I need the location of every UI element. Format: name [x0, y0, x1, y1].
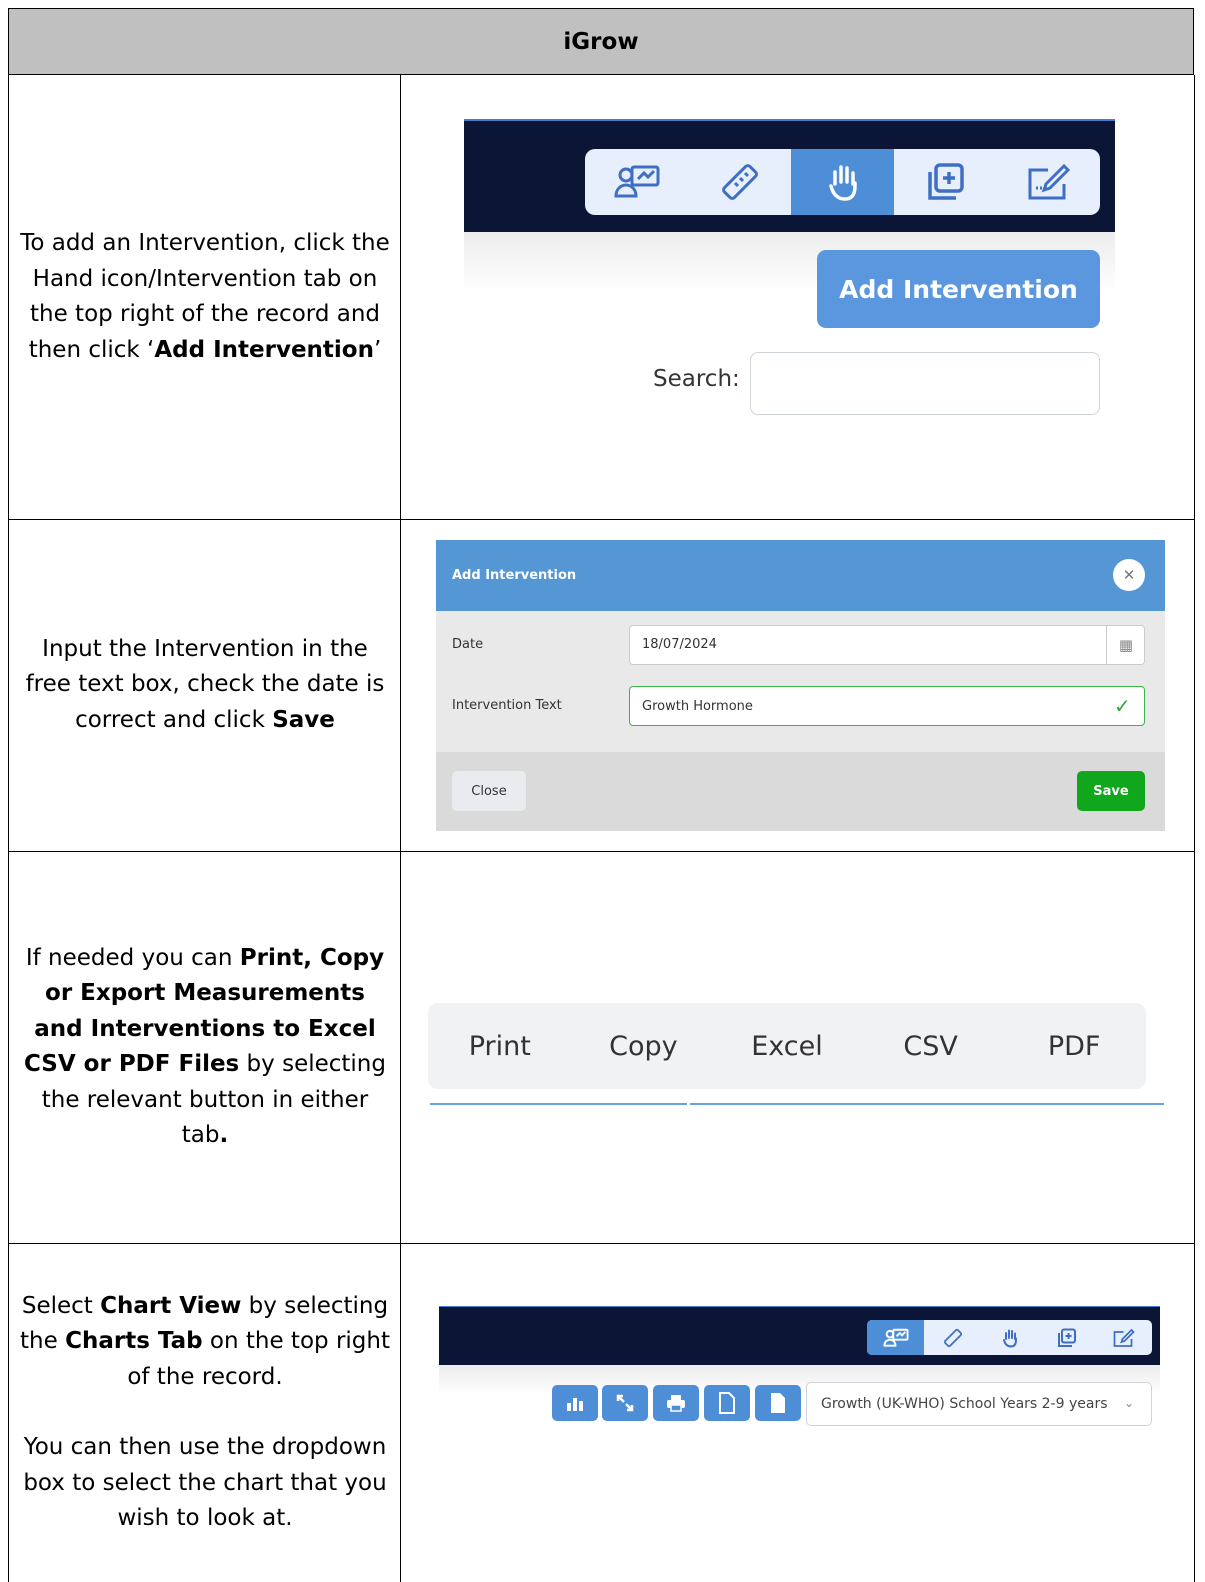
measurement-tab[interactable]: [688, 149, 791, 215]
chart-tab-icon: [613, 165, 659, 198]
print-button[interactable]: Print: [428, 1003, 572, 1089]
hand-tab-icon: [1002, 1329, 1017, 1348]
pdf-outline-button[interactable]: [704, 1385, 750, 1421]
header-title: iGrow: [563, 28, 639, 55]
notes-tab[interactable]: [997, 149, 1100, 215]
expand-button[interactable]: [602, 1385, 648, 1421]
row4-text-2: You can then use the dropdown box to sel…: [23, 1434, 387, 1531]
pdf-button[interactable]: PDF: [1002, 1003, 1146, 1089]
row4-instruction: Select Chart View by selecting the Chart…: [8, 1243, 401, 1582]
record-tabs-small: [867, 1320, 1152, 1355]
bar-chart-button[interactable]: [552, 1385, 598, 1421]
close-button[interactable]: Close: [452, 771, 526, 811]
search-input[interactable]: [750, 352, 1100, 415]
ruler-tab-icon: [943, 1328, 962, 1347]
row1-bold: Add Intervention: [154, 336, 374, 363]
add-tab[interactable]: [894, 149, 997, 215]
date-label: Date: [452, 637, 484, 652]
ruler-tab-icon: [721, 164, 758, 200]
export-buttons: Print Copy Excel CSV PDF: [428, 1003, 1146, 1089]
add-tab-icon: [1057, 1328, 1076, 1347]
expand-icon: [616, 1394, 634, 1412]
divider: [690, 1103, 1164, 1105]
modal-title: Add Intervention: [436, 540, 1165, 611]
print-chart-button[interactable]: [653, 1385, 699, 1421]
add-tab[interactable]: [1038, 1320, 1095, 1355]
date-value: 18/07/2024: [642, 637, 717, 652]
row2-instruction: Input the Intervention in the free text …: [8, 519, 401, 852]
pdf-file-solid-icon: [771, 1393, 785, 1413]
chart-select[interactable]: Growth (UK-WHO) School Years 2-9 years: [806, 1382, 1152, 1426]
row4-text: Select: [21, 1292, 101, 1319]
measurement-tab[interactable]: [924, 1320, 981, 1355]
intervention-tab[interactable]: [791, 149, 894, 215]
chevron-down-icon: ⌄: [1124, 1396, 1135, 1410]
pdf-file-icon: [719, 1392, 735, 1414]
csv-button[interactable]: CSV: [859, 1003, 1003, 1089]
calendar-icon[interactable]: ▦: [1106, 626, 1145, 664]
row1-text-end: ’: [373, 336, 382, 363]
notes-tab[interactable]: [1095, 1320, 1152, 1355]
row3-instruction: If needed you can Print, Copy or Export …: [8, 851, 401, 1244]
save-button[interactable]: Save: [1077, 771, 1145, 811]
row4-bold2: Charts Tab: [65, 1328, 203, 1354]
divider: [430, 1103, 687, 1105]
hand-tab-icon: [828, 165, 857, 201]
add-intervention-button[interactable]: Add Intervention: [817, 250, 1100, 328]
edit-tab-icon: [1113, 1328, 1135, 1347]
row4-bold: Chart View: [100, 1292, 242, 1319]
bar-chart-icon: [567, 1398, 583, 1411]
add-tab-icon: [927, 163, 964, 200]
intervention-text-value: Growth Hormone: [642, 699, 753, 714]
chart-tab-icon: [882, 1328, 909, 1347]
row3-period: .: [219, 1122, 229, 1148]
record-tabs: [585, 149, 1100, 215]
intervention-text-label: Intervention Text: [452, 698, 562, 713]
excel-button[interactable]: Excel: [715, 1003, 859, 1089]
printer-icon: [667, 1395, 685, 1412]
row3-text: If needed you can: [25, 944, 240, 971]
checkmark-icon: ✓: [1114, 694, 1131, 718]
pdf-solid-button[interactable]: [755, 1385, 801, 1421]
close-icon[interactable]: ✕: [1113, 559, 1145, 591]
chart-select-value: Growth (UK-WHO) School Years 2-9 years: [821, 1396, 1108, 1412]
chart-tab[interactable]: [867, 1320, 924, 1355]
row1-instruction: To add an Intervention, click the Hand i…: [8, 75, 401, 520]
chart-tab[interactable]: [585, 149, 688, 215]
table-header: iGrow: [8, 8, 1194, 75]
edit-tab-icon: [1028, 163, 1070, 200]
intervention-tab[interactable]: [981, 1320, 1038, 1355]
copy-button[interactable]: Copy: [572, 1003, 716, 1089]
row2-bold: Save: [272, 706, 335, 733]
search-label: Search:: [653, 366, 740, 392]
